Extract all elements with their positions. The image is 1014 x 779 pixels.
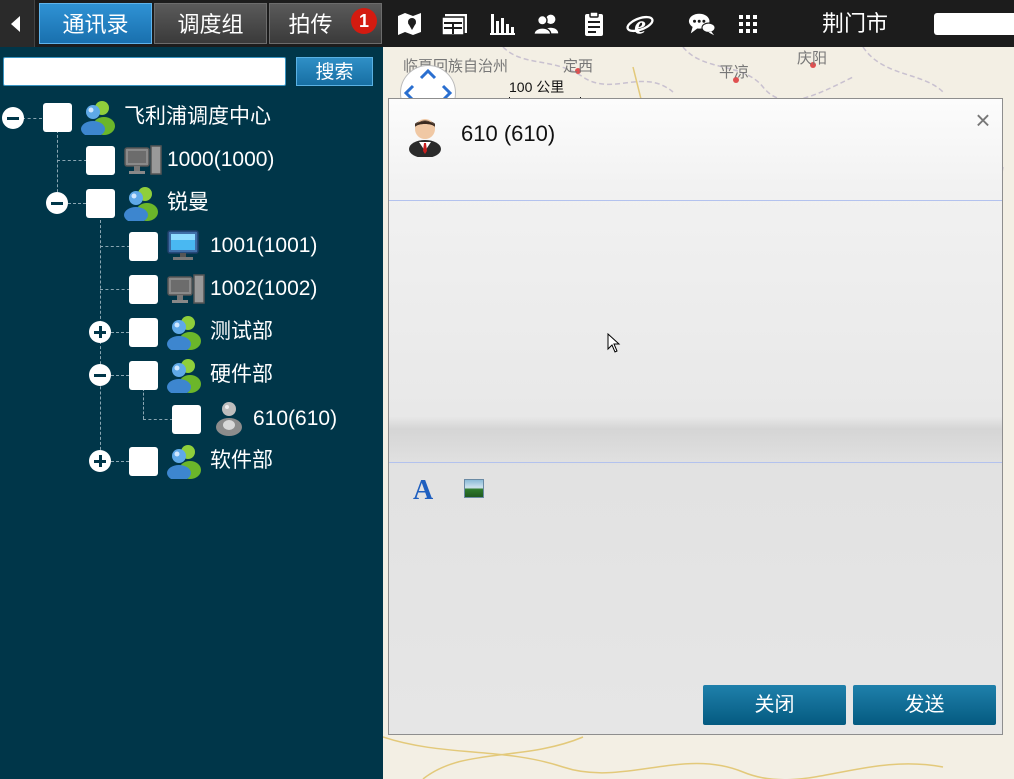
chat-bubbles-icon[interactable] xyxy=(688,10,716,38)
contacts-search-input[interactable] xyxy=(3,57,286,86)
expand-toggle[interactable] xyxy=(89,321,111,343)
map-label: 定西 xyxy=(563,58,594,75)
top-search-input[interactable] xyxy=(934,13,1014,35)
tab-dispatch-group[interactable]: 调度组 xyxy=(154,3,267,44)
grid-dots-icon[interactable] xyxy=(734,10,762,38)
clipboard-icon[interactable] xyxy=(580,10,608,38)
notification-badge: 1 xyxy=(351,8,377,34)
node-checkbox[interactable] xyxy=(86,146,115,175)
tab-photo-upload-label: 拍传 xyxy=(288,12,333,37)
node-checkbox[interactable] xyxy=(129,318,158,347)
divider xyxy=(389,462,1002,463)
node-label: 610(610) xyxy=(253,407,338,430)
node-checkbox[interactable] xyxy=(86,189,115,218)
svg-text:e: e xyxy=(634,10,646,38)
node-label: 1001(1001) xyxy=(210,234,318,257)
node-checkbox[interactable] xyxy=(172,405,201,434)
font-format-icon[interactable]: A xyxy=(413,475,433,507)
dialog-title: 610 (610) xyxy=(461,121,556,146)
node-label: 硬件部 xyxy=(210,363,273,386)
collapse-toggle[interactable] xyxy=(46,192,68,214)
group-icon xyxy=(124,187,158,221)
node-checkbox[interactable] xyxy=(129,447,158,476)
message-history[interactable] xyxy=(389,201,1002,461)
collapse-panel-button[interactable] xyxy=(0,0,35,47)
chat-dialog: 610 (610) × A 关闭 发送 xyxy=(388,98,1003,735)
node-checkbox[interactable] xyxy=(129,361,158,390)
node-checkbox[interactable] xyxy=(43,103,72,132)
node-label: 锐曼 xyxy=(167,191,209,214)
insert-image-icon[interactable] xyxy=(464,479,484,498)
top-toolbar: 通讯录 调度组 拍传 1 e 荆门市 xyxy=(0,0,1014,47)
map-label: 平凉 xyxy=(719,64,750,81)
node-label: 测试部 xyxy=(210,320,273,343)
close-button[interactable]: 关闭 xyxy=(703,685,846,725)
contacts-icon[interactable] xyxy=(533,10,561,38)
node-label: 飞利浦调度中心 xyxy=(124,105,271,128)
group-icon xyxy=(81,101,115,135)
node-checkbox[interactable] xyxy=(129,275,158,304)
current-city[interactable]: 荆门市 xyxy=(822,0,888,47)
mouse-cursor-icon xyxy=(607,333,621,353)
user-offline-icon xyxy=(216,402,242,436)
expand-toggle[interactable] xyxy=(89,450,111,472)
node-checkbox[interactable] xyxy=(129,232,158,261)
tab-photo-upload[interactable]: 拍传 1 xyxy=(269,3,382,44)
window-layout-icon[interactable] xyxy=(441,10,469,38)
collapse-toggle[interactable] xyxy=(2,107,24,129)
group-icon xyxy=(167,316,201,350)
map-pin-icon[interactable] xyxy=(396,10,424,38)
collapse-toggle[interactable] xyxy=(89,364,111,386)
message-input[interactable] xyxy=(389,507,1002,677)
chart-bars-icon[interactable] xyxy=(488,10,516,38)
search-button[interactable]: 搜索 xyxy=(296,57,373,86)
pc-offline-icon xyxy=(124,145,162,175)
tab-contacts[interactable]: 通讯录 xyxy=(39,3,152,44)
browser-ie-icon[interactable]: e xyxy=(626,10,654,38)
node-label: 软件部 xyxy=(210,449,273,472)
node-label: 1000(1000) xyxy=(167,148,275,171)
group-icon xyxy=(167,445,201,479)
pc-offline-icon xyxy=(167,274,205,304)
scale-label: 100 公里 xyxy=(509,79,565,95)
close-icon[interactable]: × xyxy=(972,107,994,133)
node-label: 1002(1002) xyxy=(210,277,318,300)
user-avatar-icon xyxy=(409,119,441,157)
pc-online-icon xyxy=(167,230,199,260)
send-button[interactable]: 发送 xyxy=(853,685,996,725)
group-icon xyxy=(167,359,201,393)
map-label: 庆阳 xyxy=(797,50,828,67)
